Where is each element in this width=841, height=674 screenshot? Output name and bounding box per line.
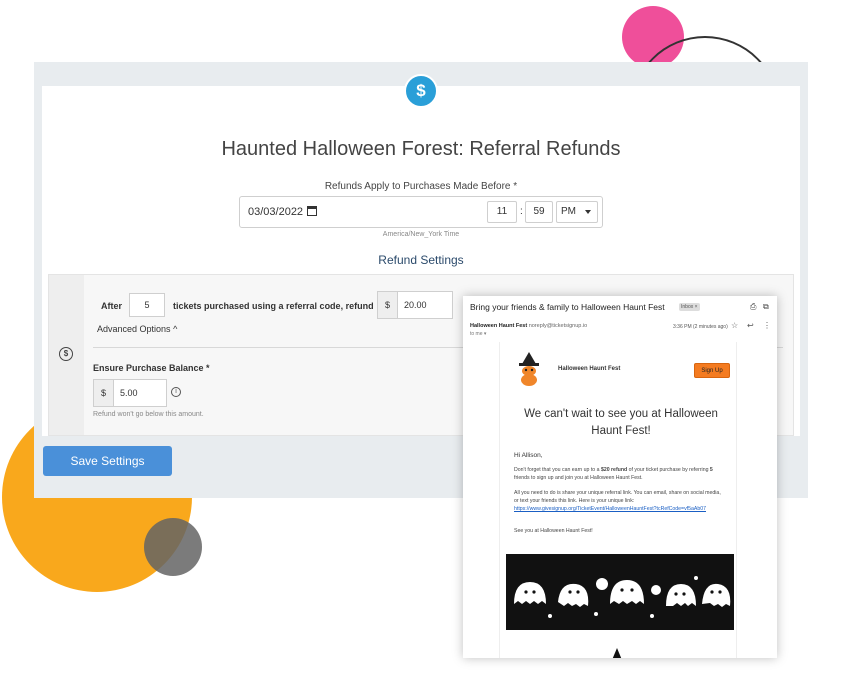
ampm-select[interactable]: PM [556,201,598,223]
sender-email: noreply@ticketsignup.io [528,323,588,329]
currency-prefix: $ [94,380,114,406]
email-body: Halloween Haunt Fest Sign Up We can't wa… [499,342,737,658]
refund-amount-value: 20.00 [404,300,427,310]
referral-link[interactable]: https://www.givesignup.org/TicketEvent/H… [514,506,706,512]
sign-up-button[interactable]: Sign Up [694,363,730,378]
balance-value: 5.00 [120,388,138,398]
page-title: Haunted Halloween Forest: Referral Refun… [221,138,621,160]
tickets-label: tickets purchased using a referral code,… [173,301,374,311]
hour-input[interactable]: 11 [487,201,517,223]
popout-icon[interactable]: ⧉ [763,302,769,312]
witch-hat-icon [612,648,622,658]
sender-name: Halloween Haunt Fest [470,323,528,329]
chevron-up-icon: ^ [173,324,178,334]
panel-gutter: $ [49,275,84,435]
dollar-icon: $ [59,347,73,361]
tickets-count-input[interactable]: 5 [129,293,165,317]
section-title: Refund Settings [378,253,464,267]
email-greeting: Hi Allison, [514,452,543,459]
advanced-options-label: Advanced Options [97,324,171,334]
recipient-toggle[interactable]: to me ▾ [470,331,486,337]
brand-name: Halloween Haunt Fest [558,366,621,372]
currency-prefix: $ [378,292,398,318]
pumpkin-logo-icon [519,352,539,386]
timezone-hint: America/New_York Time [382,231,460,238]
date-input[interactable]: 03/03/2022 [248,206,303,218]
email-time: 3:36 PM (2 minutes ago) [673,324,728,330]
email-subject: Bring your friends & family to Halloween… [470,302,665,312]
inbox-badge[interactable]: Inbox × [679,303,700,311]
calendar-icon[interactable] [307,206,317,216]
ampm-value: PM [561,206,576,217]
refund-date-label: Refunds Apply to Purchases Made Before * [324,181,518,192]
more-icon[interactable]: ⋮ [763,321,771,330]
reply-icon[interactable]: ↩ [747,321,754,330]
email-sender: Halloween Haunt Fest noreply@ticketsignu… [470,323,587,329]
email-headline: We can't wait to see you at Halloween Ha… [524,408,718,437]
info-icon[interactable]: i [171,387,181,397]
balance-field[interactable]: $ 5.00 [93,379,167,407]
balance-label: Ensure Purchase Balance * [93,363,210,373]
email-signoff: See you at Halloween Haunt Fest! [514,528,593,534]
after-label: After [101,301,123,311]
refund-amount-field[interactable]: $ 20.00 [377,291,453,319]
time-separator: : [520,206,523,217]
minute-input[interactable]: 59 [525,201,553,223]
email-paragraph-refund: Don't forget that you can earn up to a $… [514,467,713,481]
advanced-options-toggle[interactable]: Advanced Options ^ [97,324,177,334]
refund-datetime-field: 03/03/2022 11 : 59 PM [239,196,603,228]
refund-icon: $ [404,74,438,108]
email-preview: Bring your friends & family to Halloween… [463,296,777,658]
chevron-down-icon [585,210,591,214]
save-settings-button[interactable]: Save Settings [43,446,172,476]
print-icon[interactable]: ⎙ [750,302,756,312]
ghost-banner-image [506,554,734,630]
balance-hint: Refund won't go below this amount. [93,411,204,418]
star-icon[interactable]: ☆ [731,321,738,330]
email-paragraph-link: All you need to do is share your unique … [514,490,721,512]
decorative-gray-circle [144,518,202,576]
